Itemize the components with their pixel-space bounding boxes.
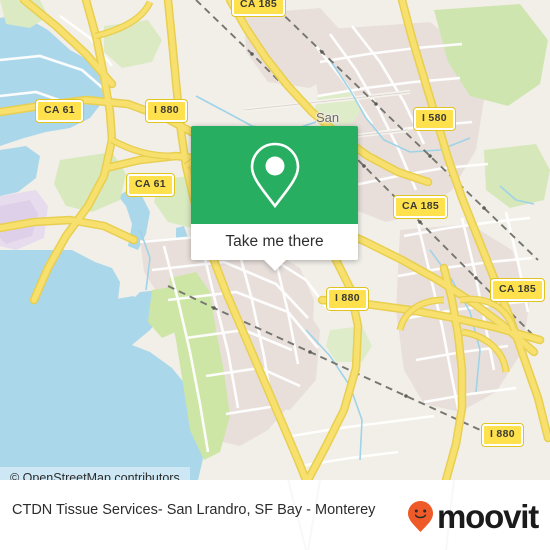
osm-attribution[interactable]: © OpenStreetMap contributors	[0, 467, 190, 480]
moovit-wordmark: moovit	[437, 498, 539, 535]
moovit-smiley-pin-icon	[408, 501, 434, 532]
place-label-san: San	[316, 110, 340, 125]
highway-shield: CA 61	[35, 99, 84, 123]
highway-shield: CA 61	[126, 173, 175, 197]
location-pin-icon	[250, 142, 299, 209]
map-screenshot: CA 185 CA 61 I 880 I 580 CA 61 CA 185 I …	[0, 0, 550, 550]
highway-shield: I 580	[413, 107, 456, 131]
popup-header	[191, 126, 358, 224]
map-canvas[interactable]: CA 185 CA 61 I 880 I 580 CA 61 CA 185 I …	[0, 0, 550, 480]
highway-shield: I 880	[145, 99, 188, 123]
moovit-logo[interactable]: moovit	[407, 498, 539, 535]
highway-shield: CA 185	[392, 195, 449, 219]
highway-shield: CA 185	[230, 0, 287, 17]
highway-shield: I 880	[481, 423, 524, 447]
highway-shield: CA 185	[489, 278, 546, 302]
popup-footer[interactable]: Take me there	[191, 224, 358, 271]
popup-tail-pointer	[263, 260, 286, 271]
location-popup[interactable]: Take me there	[191, 126, 358, 271]
highway-shield: I 880	[326, 287, 369, 311]
take-me-there-label: Take me there	[225, 233, 324, 250]
place-title: CTDN Tissue Services- San Lrandro, SF Ba…	[12, 502, 376, 518]
